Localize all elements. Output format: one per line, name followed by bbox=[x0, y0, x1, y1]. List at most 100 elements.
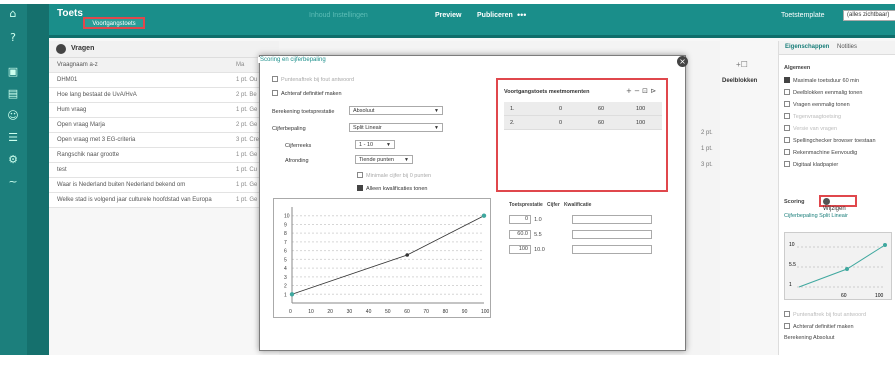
home-icon[interactable]: ⌂ bbox=[5, 6, 21, 22]
checkbox[interactable] bbox=[357, 172, 363, 178]
berekening-select[interactable]: Berekening Absoluut bbox=[784, 335, 834, 341]
more-icon[interactable]: ••• bbox=[517, 10, 526, 20]
setting-label: Tegenvraagtoetsing bbox=[793, 114, 842, 120]
question-points: 1 pt. Ge bbox=[236, 197, 258, 203]
minimale-row[interactable]: Minimale cijfer bij 0 punten bbox=[357, 172, 431, 179]
list-item[interactable]: Hum vraag 1 pt. Ge bbox=[49, 103, 279, 118]
setting-row[interactable]: Achteraf definitief maken bbox=[784, 323, 854, 330]
toets-icon[interactable]: ▣ bbox=[5, 64, 21, 80]
section-scoring[interactable]: Scoring bbox=[784, 199, 804, 205]
faint-tabs[interactable]: Inhoud Instellingen bbox=[309, 12, 368, 19]
close-icon[interactable]: × bbox=[677, 56, 688, 67]
users-icon[interactable]: ☺ bbox=[5, 108, 21, 124]
question-list: Vraagnaam a-z Ma DHM01 1 pt. Ou Hoe lang b… bbox=[49, 58, 279, 208]
data-point bbox=[481, 213, 487, 218]
question-text: DHM01 bbox=[57, 77, 78, 83]
checkbox[interactable] bbox=[784, 311, 790, 317]
setting-row[interactable]: Puntenaftrek bij fout antwoord bbox=[784, 311, 866, 318]
punten-checkbox-row[interactable]: Puntenaftrek bij fout antwoord bbox=[272, 76, 354, 83]
reeks-select[interactable]: 1 - 10 ▼ bbox=[355, 140, 395, 149]
wijzigen-label: Wijzigen bbox=[823, 206, 846, 212]
section-algemeen[interactable]: Algemeen bbox=[784, 65, 810, 71]
y-tick-label: 3 bbox=[284, 275, 287, 281]
kwalificatie-input[interactable] bbox=[572, 245, 652, 254]
setting-row[interactable]: Maximale toetsduur 60 min bbox=[784, 77, 859, 84]
setting-row[interactable]: Deelblokken eenmalig tonen bbox=[784, 89, 862, 96]
list-item[interactable]: DHM01 1 pt. Ou bbox=[49, 73, 279, 88]
setting-row[interactable]: Versie van vragen bbox=[784, 125, 837, 132]
setting-row[interactable]: Tegenvraagtoetsing bbox=[784, 113, 841, 120]
status-badge: Voortgangstoets bbox=[83, 17, 145, 29]
setting-label: Deelblokken eenmalig tonen bbox=[793, 90, 863, 96]
list-item[interactable]: Open vraag met 3 EG-criteria 3 pt. Cre bbox=[49, 133, 279, 148]
cijfer-select[interactable]: Split Lineair ▼ bbox=[349, 123, 443, 132]
checkbox[interactable] bbox=[784, 125, 790, 131]
checkbox[interactable] bbox=[272, 90, 278, 96]
checkbox[interactable] bbox=[357, 185, 363, 191]
setting-label: Versie van vragen bbox=[793, 126, 838, 132]
wijzigen-button[interactable]: Wijzigen bbox=[819, 195, 857, 212]
question-text: Hum vraag bbox=[57, 107, 87, 113]
question-text: test bbox=[57, 167, 67, 173]
prestatie-spinner[interactable]: 100 bbox=[509, 245, 531, 254]
x-tick-label: 60 bbox=[404, 309, 410, 315]
list-item[interactable]: Welke stad is volgend jaar culturele hoo… bbox=[49, 193, 279, 208]
prestatie-spinner[interactable]: 0 bbox=[509, 215, 531, 224]
question-points: 1 pt. Cu bbox=[236, 167, 258, 173]
kwalificaties-row[interactable]: Alleen kwalificaties tonen bbox=[357, 185, 427, 192]
setting-row[interactable]: Rekenmachine Eenvoudig bbox=[784, 149, 857, 156]
table-row[interactable]: 1. 0 60 100 bbox=[504, 102, 662, 116]
settings-icon[interactable]: ⚙ bbox=[5, 152, 21, 168]
setting-row[interactable]: Vragen eenmalig tonen bbox=[784, 101, 850, 108]
achteraf-checkbox-row[interactable]: Achteraf definitief maken bbox=[272, 90, 342, 97]
list-item[interactable]: Open vraag Marja 2 pt. Ge bbox=[49, 118, 279, 133]
question-points: 1 pt. Ge bbox=[236, 182, 258, 188]
checkbox[interactable] bbox=[784, 323, 790, 329]
list-item[interactable]: test 1 pt. Cu bbox=[49, 163, 279, 178]
preview-button[interactable]: Preview bbox=[435, 12, 461, 19]
publish-button[interactable]: Publiceren bbox=[477, 12, 513, 19]
checkbox[interactable] bbox=[784, 161, 790, 167]
setting-label: Vragen eenmalig tonen bbox=[793, 102, 850, 108]
checkbox[interactable] bbox=[784, 137, 790, 143]
checkbox[interactable] bbox=[784, 101, 790, 107]
table-row[interactable]: 2. 0 60 100 bbox=[504, 116, 662, 130]
analytics-icon[interactable]: ~ bbox=[5, 174, 21, 190]
results-icon[interactable]: ▤ bbox=[5, 86, 21, 102]
setting-row[interactable]: Spellingchecker browser toestaan bbox=[784, 137, 876, 144]
kwalificatie-input[interactable] bbox=[572, 230, 652, 239]
deelblokken-toggle[interactable]: Deelblokken bbox=[722, 78, 757, 84]
prestatie-spinner[interactable]: 60.0 bbox=[509, 230, 531, 239]
question-text: Vraagnaam a-z bbox=[57, 62, 98, 68]
help-icon[interactable]: ? bbox=[5, 30, 21, 46]
setting-row[interactable]: Digitaal kladpapier bbox=[784, 161, 838, 168]
question-text: Hoe lang bestaat de UvA/HvA bbox=[57, 92, 137, 98]
berekening-select[interactable]: Absoluut ▼ bbox=[349, 106, 443, 115]
template-select[interactable]: (alles zichtbaar) bbox=[843, 10, 895, 21]
setting-label: Digitaal kladpapier bbox=[793, 162, 839, 168]
mini-point bbox=[845, 267, 849, 271]
afronding-select[interactable]: Tiende punten ▼ bbox=[355, 155, 413, 164]
cijfer-value: 1.0 bbox=[534, 216, 542, 223]
checkbox[interactable] bbox=[784, 77, 790, 83]
kwalificatie-input[interactable] bbox=[572, 215, 652, 224]
cijferbepaling-summary: Cijferbepaling Split Lineair bbox=[784, 213, 848, 219]
checkbox[interactable] bbox=[784, 89, 790, 95]
checkbox[interactable] bbox=[272, 76, 278, 82]
list-item[interactable]: Vraagnaam a-z Ma bbox=[49, 58, 279, 73]
edit-icon bbox=[823, 198, 830, 205]
checkbox[interactable] bbox=[784, 149, 790, 155]
toggle-icon[interactable]: +☐ bbox=[736, 60, 748, 69]
meetmomenten-toolbar-icons[interactable]: + − ⊡ ⊳ bbox=[626, 87, 656, 95]
checkbox[interactable] bbox=[784, 113, 790, 119]
list-item[interactable]: Rangschik naar grootte 1 pt. Ge bbox=[49, 148, 279, 163]
question-meta-strip: +☐ Deelblokken 2 pt. 1 pt. 3 pt. bbox=[686, 58, 778, 168]
list-item[interactable]: Hoe lang bestaat de UvA/HvA 2 pt. Be bbox=[49, 88, 279, 103]
question-text: Open vraag Marja bbox=[57, 122, 106, 128]
tab-notities[interactable]: Notities bbox=[837, 44, 857, 50]
tab-eigenschappen[interactable]: Eigenschappen bbox=[785, 44, 829, 50]
header-prestatie: Toetsprestatie bbox=[509, 202, 543, 208]
select-value: Split Lineair bbox=[353, 125, 382, 131]
list-icon[interactable]: ☰ bbox=[5, 130, 21, 146]
list-item[interactable]: Waar is Nederland buiten Nederland beken… bbox=[49, 178, 279, 193]
